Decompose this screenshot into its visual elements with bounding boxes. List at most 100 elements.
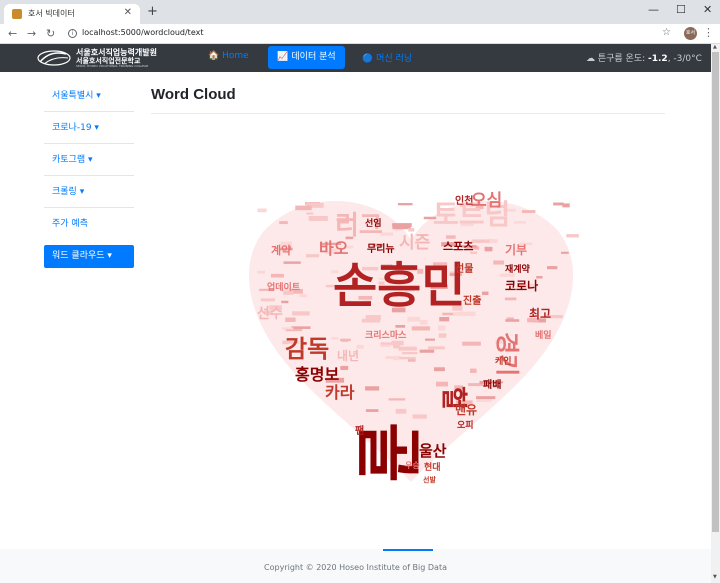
reload-icon[interactable]: ↻ — [46, 27, 55, 40]
word-cloud-filler-mark — [299, 294, 308, 298]
word-cloud-word: 인천 — [455, 194, 473, 207]
word-cloud-filler-mark — [306, 212, 314, 215]
word-cloud-word: 우승 — [405, 460, 420, 470]
url-field[interactable]: localhost:5000/wordcloud/text — [82, 28, 203, 37]
word-cloud-filler-mark — [279, 221, 288, 225]
profile-avatar[interactable]: 호서 — [684, 27, 697, 40]
word-cloud-word: 스포츠 — [443, 240, 473, 253]
footer-accent-bar — [383, 549, 433, 551]
word-cloud-word: 무리뉴 — [367, 242, 395, 255]
word-cloud-filler-mark — [476, 396, 496, 400]
sidebar-item-wordcloud[interactable]: 워드 클라우드 ▾ — [44, 245, 134, 268]
word-cloud-filler-mark — [401, 351, 418, 355]
word-cloud-filler-mark — [395, 408, 407, 414]
word-cloud-filler-mark — [562, 203, 570, 208]
sidebar-nav: 서울특별시 ▾ 코로나-19 ▾ 카토그램 ▾ 크롤링 ▾ 주가 예측 — [44, 80, 134, 240]
logo-text-english: SEOUL HOSEO VOCATIONAL TRAINING COLLEGE — [76, 64, 149, 68]
word-cloud-word: 팬 — [355, 424, 364, 437]
word-cloud-filler-mark — [270, 273, 284, 278]
browser-tab-strip: 호서 빅데이터 ✕ + — ☐ ✕ — [0, 0, 720, 24]
site-info-icon[interactable]: i — [68, 29, 77, 38]
minimize-button[interactable]: — — [648, 3, 659, 16]
word-cloud-filler-mark — [513, 221, 526, 224]
word-cloud-filler-mark — [407, 359, 416, 362]
nav-home-link[interactable]: 🏠 Home — [208, 51, 249, 61]
word-cloud-filler-mark — [419, 349, 435, 353]
word-cloud-filler-mark — [292, 311, 310, 316]
word-cloud-filler-mark — [566, 234, 579, 238]
nav-data-analysis-button[interactable]: 📈 데이터 분석 — [268, 46, 345, 69]
word-cloud-word: 계약 — [271, 243, 291, 257]
weather-range: , -3/0°C — [667, 54, 702, 64]
word-cloud-filler-mark — [438, 333, 447, 338]
weather-label: ☁ 튼구름 온도: — [586, 54, 649, 64]
word-cloud-word: 감독 — [285, 335, 329, 363]
back-arrow-icon[interactable]: ← — [8, 27, 17, 40]
scroll-up-icon[interactable]: ▲ — [713, 44, 717, 50]
word-cloud-filler-mark — [484, 246, 493, 252]
word-cloud-word: 업데이트 — [267, 281, 301, 293]
page-title: Word Cloud — [151, 86, 236, 103]
browser-tab[interactable]: 호서 빅데이터 ✕ — [4, 4, 140, 24]
word-cloud-word: 울산 — [419, 442, 447, 460]
word-cloud-filler-mark — [380, 344, 391, 347]
forward-arrow-icon[interactable]: → — [27, 27, 36, 40]
logo-emblem-icon — [37, 50, 71, 66]
word-cloud-filler-mark — [291, 326, 311, 329]
word-cloud-filler-mark — [469, 368, 477, 373]
word-cloud-word: 케인 — [495, 355, 512, 367]
sidebar-item-crawling[interactable]: 크롤링 ▾ — [44, 176, 134, 208]
word-cloud-word: 내년 — [337, 348, 359, 363]
tab-close-icon[interactable]: ✕ — [124, 7, 132, 18]
scroll-thumb[interactable] — [712, 52, 719, 532]
word-cloud-filler-mark — [395, 325, 406, 328]
nav-machine-learning-link[interactable]: 🔵 머신 러닝 — [362, 51, 412, 64]
word-cloud-filler-mark — [365, 409, 379, 412]
app-navbar: 서울호서직업능력개발원 서울호서직업전문학교 SEOUL HOSEO VOCAT… — [0, 44, 711, 72]
word-cloud-filler-mark — [340, 365, 349, 371]
close-window-button[interactable]: ✕ — [703, 3, 712, 16]
weather-temperature: -1.2 — [648, 54, 668, 64]
new-tab-button[interactable]: + — [147, 5, 158, 19]
scroll-down-icon[interactable]: ▼ — [713, 574, 717, 580]
word-cloud-filler-mark — [388, 398, 406, 401]
word-cloud-word: 경기 — [493, 332, 521, 376]
page-scrollbar[interactable]: ▲ ▼ — [711, 44, 720, 583]
word-cloud-word: 현대 — [424, 461, 441, 473]
word-cloud-filler-mark — [521, 210, 536, 213]
word-cloud-filler-mark — [305, 254, 320, 258]
word-cloud-image: 손흥민골감독 경기리그 토트넘오심현대홍명보울산카라시즌 스포츠코로나최고헐선임인천바… — [248, 191, 579, 484]
bookmark-star-icon[interactable]: ☆ — [662, 27, 671, 38]
maximize-button[interactable]: ☐ — [676, 3, 686, 16]
word-cloud-filler-mark — [493, 260, 505, 265]
word-cloud-filler-mark — [397, 356, 416, 360]
site-logo[interactable]: 서울호서직업능력개발원 서울호서직업전문학교 SEOUL HOSEO VOCAT… — [36, 46, 178, 70]
word-cloud-filler-mark — [462, 341, 481, 346]
word-cloud-filler-mark — [412, 414, 427, 419]
word-cloud-word: 진출 — [463, 294, 481, 307]
word-cloud-filler-mark — [419, 320, 428, 325]
sidebar-item-cartogram[interactable]: 카토그램 ▾ — [44, 144, 134, 176]
word-cloud-word: 재계약 — [505, 263, 531, 275]
favicon-icon — [12, 9, 22, 19]
word-cloud-word: 바오 — [319, 239, 349, 258]
title-divider — [151, 113, 665, 114]
word-cloud-word: 시즌 — [399, 233, 431, 253]
word-cloud-filler-mark — [308, 216, 328, 221]
sidebar-item-seoul[interactable]: 서울특별시 ▾ — [44, 80, 134, 112]
word-cloud-filler-mark — [257, 270, 265, 274]
word-cloud-filler-mark — [397, 203, 413, 206]
word-cloud-filler-mark — [392, 226, 411, 230]
browser-menu-icon[interactable]: ⋮ — [703, 26, 714, 39]
word-cloud-filler-mark — [380, 342, 396, 345]
word-cloud-filler-mark — [505, 319, 520, 322]
address-bar: ← → ↻ i localhost:5000/wordcloud/text ☆ … — [0, 24, 720, 44]
word-cloud-word: 홍명보 — [295, 365, 339, 384]
sidebar-item-stock-prediction[interactable]: 주가 예측 — [44, 208, 134, 240]
footer-copyright: Copyright © 2020 Hoseo Institute of Big … — [264, 563, 447, 572]
word-cloud-filler-mark — [398, 346, 417, 351]
word-cloud-filler-mark — [428, 346, 445, 350]
sidebar-item-covid19[interactable]: 코로나-19 ▾ — [44, 112, 134, 144]
word-cloud-filler-mark — [340, 338, 351, 342]
word-cloud-filler-mark — [438, 325, 446, 331]
